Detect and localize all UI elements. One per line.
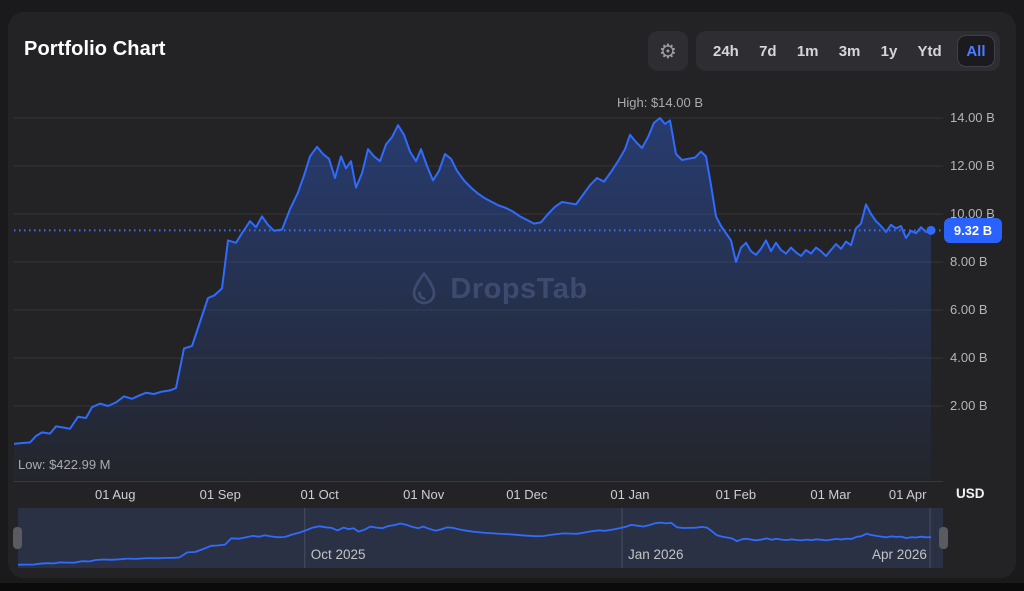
low-annotation: Low: $422.99 M [18, 457, 111, 472]
navigator-label: Oct 2025 [311, 547, 366, 562]
axis-separator [14, 481, 943, 482]
x-axis-label: 01 Mar [810, 487, 850, 502]
y-axis-label: 2.00 B [950, 398, 1012, 413]
range-button-1y[interactable]: 1y [876, 35, 903, 67]
x-axis-label: 01 Oct [300, 487, 338, 502]
range-button-3m[interactable]: 3m [834, 35, 866, 67]
gear-icon: ⚙ [659, 41, 677, 61]
range-button-ytd[interactable]: Ytd [913, 35, 947, 67]
range-button-7d[interactable]: 7d [754, 35, 782, 67]
range-button-1m[interactable]: 1m [792, 35, 824, 67]
x-axis-label: 01 Apr [889, 487, 927, 502]
y-axis-label: 6.00 B [950, 302, 1012, 317]
last-price-dot [927, 226, 936, 235]
navigator-handle-right[interactable] [939, 527, 948, 549]
x-axis-label: 01 Sep [200, 487, 241, 502]
settings-button[interactable]: ⚙ [648, 31, 688, 71]
range-button-24h[interactable]: 24h [708, 35, 744, 67]
navigator-handle-left[interactable] [13, 527, 22, 549]
page-title: Portfolio Chart [24, 38, 166, 61]
area-fill [14, 118, 931, 481]
main-chart[interactable] [14, 100, 943, 481]
high-annotation: High: $14.00 B [617, 95, 703, 110]
range-selector: 24h 7d 1m 3m 1y Ytd All [696, 31, 1000, 71]
current-price-badge: 9.32 B [944, 218, 1002, 243]
x-axis-label: 01 Feb [716, 487, 756, 502]
y-axis-label: 14.00 B [950, 110, 1012, 125]
x-axis-label: 01 Nov [403, 487, 444, 502]
x-axis-label: 01 Jan [610, 487, 649, 502]
range-button-all[interactable]: All [957, 35, 995, 67]
y-axis-label: 12.00 B [950, 158, 1012, 173]
currency-label: USD [956, 486, 985, 501]
x-axis-label: 01 Dec [506, 487, 547, 502]
bottom-scrollbar-track [0, 583, 1024, 591]
navigator-label: Apr 2026 [872, 547, 927, 562]
navigator[interactable] [18, 508, 943, 568]
portfolio-chart-card: Portfolio Chart ⚙ 24h 7d 1m 3m 1y Ytd All 14.0… [8, 12, 1016, 578]
y-axis-label: 8.00 B [950, 254, 1012, 269]
x-axis-label: 01 Aug [95, 487, 136, 502]
navigator-label: Jan 2026 [628, 547, 684, 562]
y-axis-label: 4.00 B [950, 350, 1012, 365]
